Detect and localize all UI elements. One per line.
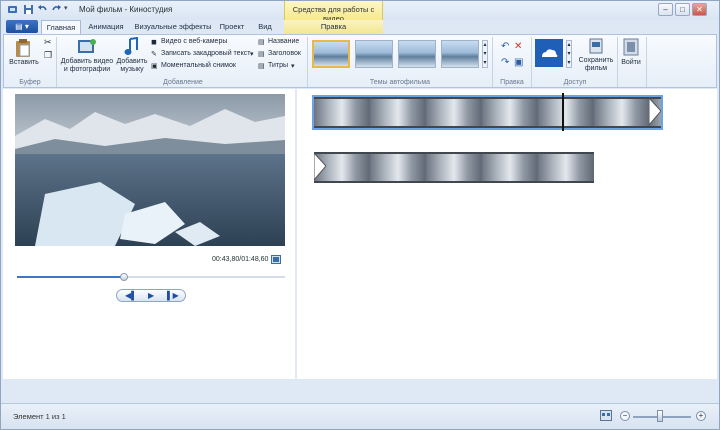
add-video-photos-label: Добавить видео и фотографии: [60, 58, 114, 73]
playhead[interactable]: [562, 93, 564, 131]
playback-controls: ◀▌ ▶ ▌▶: [116, 289, 186, 302]
tab-animations[interactable]: Анимация: [83, 20, 129, 34]
title-icon[interactable]: ▤: [258, 38, 265, 46]
group-label-edit: Правка: [500, 79, 524, 86]
tab-edit[interactable]: Правка: [284, 20, 383, 34]
sign-in-label: Войти: [621, 59, 641, 66]
group-label-clipboard: Буфер: [19, 79, 41, 86]
zoom-slider-thumb[interactable]: [657, 410, 663, 422]
zoom-in-button[interactable]: +: [696, 411, 706, 421]
credits-button[interactable]: Титры: [268, 62, 288, 69]
add-music-icon[interactable]: [124, 37, 140, 57]
file-menu-button[interactable]: ▤ ▾: [6, 20, 38, 33]
theme-thumbnail[interactable]: [355, 40, 393, 68]
rotate-right-icon[interactable]: ↷: [501, 57, 509, 68]
preview-pane: 00:43,80/01:48,60 ◀▌ ▶ ▌▶: [3, 89, 295, 379]
ribbon-separator: [492, 37, 493, 87]
previous-frame-icon[interactable]: ◀▌: [125, 291, 137, 300]
play-icon[interactable]: ▶: [148, 291, 154, 300]
status-bar: Элемент 1 из 1 − +: [1, 403, 719, 429]
copy-icon[interactable]: ❐: [44, 50, 52, 61]
ribbon-separator: [307, 37, 308, 87]
video-clip-strip[interactable]: [312, 95, 663, 130]
ribbon-separator: [56, 37, 57, 87]
title-button[interactable]: Название: [268, 38, 299, 45]
storyboard-view-icon[interactable]: [600, 410, 612, 421]
undo-icon[interactable]: [37, 4, 48, 15]
next-frame-icon[interactable]: ▌▶: [167, 291, 179, 300]
caption-icon[interactable]: ▤: [258, 50, 265, 58]
cut-icon[interactable]: ✂: [44, 37, 52, 48]
webcam-video-button[interactable]: Видео с веб-камеры: [161, 38, 227, 45]
credits-dropdown-icon[interactable]: ▾: [291, 62, 295, 70]
minimize-button[interactable]: –: [658, 3, 673, 16]
add-video-photos-icon[interactable]: [77, 38, 97, 56]
save-movie-label: Сохранить фильм: [578, 57, 614, 72]
theme-thumbnail[interactable]: [398, 40, 436, 68]
record-narration-button[interactable]: Записать закадровый текст: [161, 50, 250, 57]
status-text: Элемент 1 из 1: [13, 412, 66, 421]
tab-view[interactable]: Вид: [253, 20, 277, 34]
video-clip-strip[interactable]: [314, 152, 594, 183]
playback-time: 00:43,80/01:48,60: [212, 256, 269, 263]
preview-frame-image: [15, 94, 285, 246]
sign-in-icon[interactable]: [623, 38, 639, 56]
tab-project[interactable]: Проект: [215, 20, 249, 34]
theme-thumbnail[interactable]: [441, 40, 479, 68]
paste-label: Вставить: [9, 59, 39, 66]
fullscreen-icon[interactable]: [271, 255, 281, 264]
ribbon: Вставить ✂ ❐ Буфер Добавить видео и фото…: [3, 34, 717, 88]
close-button[interactable]: ✕: [692, 3, 707, 16]
tab-home[interactable]: Главная: [41, 20, 81, 34]
snapshot-icon[interactable]: ▣: [151, 62, 158, 70]
remove-icon[interactable]: ✕: [514, 41, 522, 52]
group-label-add: Добавление: [163, 79, 203, 86]
main-window: ▾ Мой фильм - Киностудия Средства для ра…: [0, 0, 720, 430]
microphone-icon[interactable]: ✎: [151, 50, 157, 58]
customize-quick-access-icon[interactable]: ▾: [64, 4, 75, 15]
group-label-themes: Темы автофильма: [369, 79, 431, 86]
contextual-tab-title: Средства для работы с видео: [284, 1, 383, 23]
tab-visual-effects[interactable]: Визуальные эффекты: [132, 20, 214, 34]
clip-end-marker: [649, 98, 661, 125]
onedrive-icon[interactable]: [535, 39, 563, 67]
share-scroll-more[interactable]: ▴ ▾ ▾: [566, 40, 572, 68]
zoom-out-button[interactable]: −: [620, 411, 630, 421]
storyboard-pane: [297, 89, 717, 379]
save-movie-icon[interactable]: [589, 38, 603, 54]
select-all-icon[interactable]: ▣: [514, 57, 523, 68]
add-music-label: Добавить музыку: [116, 58, 148, 73]
seek-bar-fill: [17, 276, 125, 278]
save-icon[interactable]: [23, 4, 34, 15]
seek-bar[interactable]: [17, 273, 285, 281]
caption-button[interactable]: Заголовок: [268, 50, 301, 57]
seek-bar-thumb[interactable]: [120, 273, 129, 281]
ribbon-separator: [646, 37, 647, 87]
app-icon: [8, 6, 17, 13]
maximize-button[interactable]: □: [675, 3, 690, 16]
paste-icon[interactable]: [14, 38, 32, 58]
video-preview: [15, 94, 285, 246]
rotate-left-icon[interactable]: ↶: [501, 41, 509, 52]
title-bar: ▾ Мой фильм - Киностудия Средства для ра…: [1, 1, 719, 23]
ribbon-tabs: ▤ ▾ Главная Анимация Визуальные эффекты …: [1, 20, 719, 34]
clip-start-marker: [314, 153, 326, 180]
themes-scroll-more[interactable]: ▴ ▾ ▾: [482, 40, 488, 68]
webcam-icon[interactable]: ◼: [151, 38, 157, 46]
window-title: Мой фильм - Киностудия: [79, 5, 173, 14]
redo-icon[interactable]: [51, 4, 62, 15]
narration-dropdown-icon[interactable]: ▾: [250, 50, 254, 58]
theme-thumbnail[interactable]: [312, 40, 350, 68]
snapshot-button[interactable]: Моментальный снимок: [161, 62, 236, 69]
credits-icon[interactable]: ▤: [258, 62, 265, 70]
ribbon-separator: [531, 37, 532, 87]
group-label-share: Доступ: [563, 79, 587, 86]
